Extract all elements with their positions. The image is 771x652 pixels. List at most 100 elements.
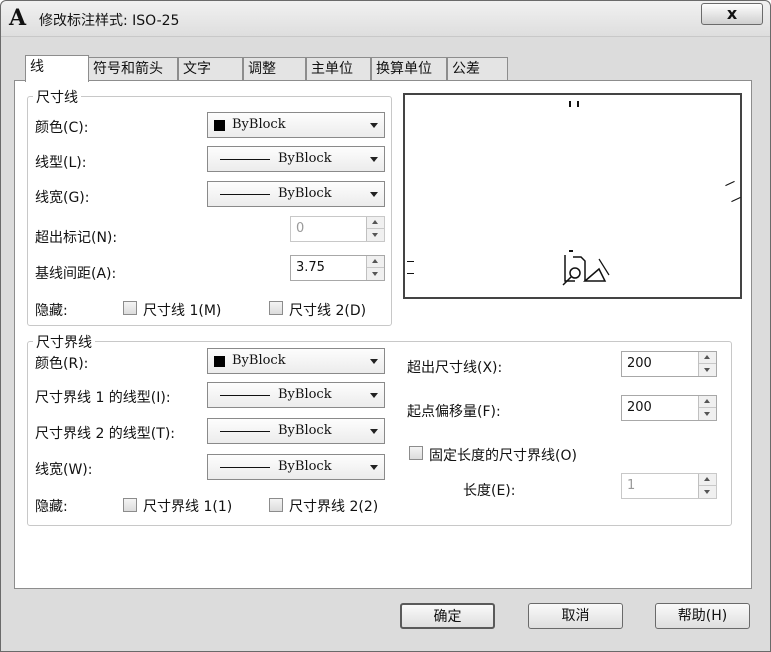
dropdown-value: ByBlock <box>278 151 332 166</box>
dimension-lines-title: 尺寸线 <box>33 87 81 107</box>
stepper-buttons <box>698 396 716 420</box>
spin-down-icon[interactable] <box>699 364 716 376</box>
suppress-ext-line-2-label: 尺寸界线 2(2) <box>289 499 379 515</box>
color-swatch <box>214 356 225 367</box>
ext-lineweight-label: 线宽(W): <box>35 462 93 478</box>
spin-up-icon[interactable] <box>699 396 716 408</box>
tab-label: 符号和箭头 <box>93 61 163 77</box>
spin-up-icon[interactable] <box>367 217 384 229</box>
window-title: 修改标注样式: ISO-25 <box>39 13 180 29</box>
suppress-ext-line-1-label: 尺寸界线 1(1) <box>143 499 233 515</box>
ext-linetype1-dropdown[interactable]: ByBlock <box>207 382 385 408</box>
suppress-dim-line-2-label: 尺寸线 2(D) <box>289 303 367 319</box>
dropdown-value: ByBlock <box>232 117 286 132</box>
tab-fit[interactable]: 调整 <box>243 57 306 81</box>
stepper-buttons <box>698 352 716 376</box>
help-button[interactable]: 帮助(H) <box>655 603 750 629</box>
dim-color-label: 颜色(C): <box>35 120 89 136</box>
preview-dimension-graphic <box>562 250 610 286</box>
style-preview <box>403 93 742 299</box>
dim-linetype-dropdown[interactable]: ByBlock <box>207 146 385 172</box>
offset-origin-stepper[interactable]: 200 <box>621 395 717 421</box>
dropdown-value: ByBlock <box>278 186 332 201</box>
tab-symbols-arrows[interactable]: 符号和箭头 <box>88 57 178 81</box>
suppress-dim-line-1-checkbox[interactable] <box>123 301 137 315</box>
dim-suppress-label: 隐藏: <box>35 303 68 319</box>
tab-text[interactable]: 文字 <box>178 57 243 81</box>
length-label: 长度(E): <box>463 483 516 499</box>
tab-label: 调整 <box>248 61 276 77</box>
stepper-buttons <box>366 217 384 241</box>
tab-label: 线 <box>30 59 44 75</box>
baseline-spacing-label: 基线间距(A): <box>35 266 117 282</box>
preview-tick <box>577 101 579 107</box>
tab-primary-units[interactable]: 主单位 <box>306 57 371 81</box>
preview-tick <box>407 273 414 274</box>
spin-down-icon[interactable] <box>699 408 716 420</box>
length-stepper[interactable]: 1 <box>621 473 717 499</box>
fixed-length-checkbox[interactable] <box>409 446 423 460</box>
stepper-value: 1 <box>627 478 636 493</box>
dim-linetype-label: 线型(L): <box>35 155 87 171</box>
line-sample <box>220 194 270 195</box>
tab-lines[interactable]: 线 <box>25 55 89 82</box>
ext-lineweight-dropdown[interactable]: ByBlock <box>207 454 385 480</box>
line-sample <box>220 467 270 468</box>
stepper-value: 200 <box>627 356 652 371</box>
line-sample <box>220 159 270 160</box>
close-button[interactable]: x <box>701 3 763 25</box>
tab-label: 主单位 <box>311 61 353 77</box>
dropdown-value: ByBlock <box>278 459 332 474</box>
dim-lineweight-label: 线宽(G): <box>35 190 90 206</box>
chevron-down-icon <box>370 157 378 162</box>
suppress-dim-line-2-checkbox[interactable] <box>269 301 283 315</box>
tab-label: 文字 <box>183 61 211 77</box>
cancel-button[interactable]: 取消 <box>528 603 623 629</box>
ok-button[interactable]: 确定 <box>400 603 495 629</box>
close-icon: x <box>726 4 738 23</box>
ext-linetype2-label: 尺寸界线 2 的线型(T): <box>35 426 175 442</box>
dropdown-value: ByBlock <box>278 387 332 402</box>
preview-tick <box>569 101 571 107</box>
ext-linetype2-dropdown[interactable]: ByBlock <box>207 418 385 444</box>
dim-color-dropdown[interactable]: ByBlock <box>207 112 385 138</box>
suppress-ext-line-1-checkbox[interactable] <box>123 498 137 512</box>
spin-down-icon[interactable] <box>367 268 384 280</box>
spin-down-icon[interactable] <box>367 229 384 241</box>
extend-beyond-stepper[interactable]: 200 <box>621 351 717 377</box>
ext-color-dropdown[interactable]: ByBlock <box>207 348 385 374</box>
spin-up-icon[interactable] <box>367 256 384 268</box>
fixed-length-label: 固定长度的尺寸界线(O) <box>429 448 577 464</box>
chevron-down-icon <box>370 192 378 197</box>
baseline-spacing-stepper[interactable]: 3.75 <box>290 255 385 281</box>
spin-up-icon[interactable] <box>699 474 716 486</box>
tab-alternate-units[interactable]: 换算单位 <box>371 57 447 81</box>
ext-suppress-label: 隐藏: <box>35 499 68 515</box>
ext-linetype1-label: 尺寸界线 1 的线型(I): <box>35 390 171 406</box>
ext-color-label: 颜色(R): <box>35 356 89 372</box>
tab-tolerances[interactable]: 公差 <box>447 57 508 81</box>
stepper-value: 200 <box>627 400 652 415</box>
extend-ticks-stepper[interactable]: 0 <box>290 216 385 242</box>
extension-lines-title: 尺寸界线 <box>33 332 95 352</box>
extend-beyond-label: 超出尺寸线(X): <box>407 360 503 376</box>
title-bar[interactable]: A 修改标注样式: ISO-25 x <box>1 1 770 37</box>
chevron-down-icon <box>370 359 378 364</box>
tab-label: 公差 <box>452 61 480 77</box>
tab-label: 换算单位 <box>376 61 432 77</box>
chevron-down-icon <box>370 429 378 434</box>
dropdown-value: ByBlock <box>278 423 332 438</box>
preview-tick <box>725 180 735 187</box>
suppress-dim-line-1-label: 尺寸线 1(M) <box>143 303 222 319</box>
spin-down-icon[interactable] <box>699 486 716 498</box>
stepper-value: 0 <box>296 221 305 236</box>
chevron-down-icon <box>370 393 378 398</box>
autocad-logo-icon: A <box>9 5 27 31</box>
spin-up-icon[interactable] <box>699 352 716 364</box>
line-sample <box>220 395 270 396</box>
preview-tick <box>407 261 414 262</box>
offset-origin-label: 起点偏移量(F): <box>407 404 501 420</box>
suppress-ext-line-2-checkbox[interactable] <box>269 498 283 512</box>
dim-lineweight-dropdown[interactable]: ByBlock <box>207 181 385 207</box>
line-sample <box>220 431 270 432</box>
